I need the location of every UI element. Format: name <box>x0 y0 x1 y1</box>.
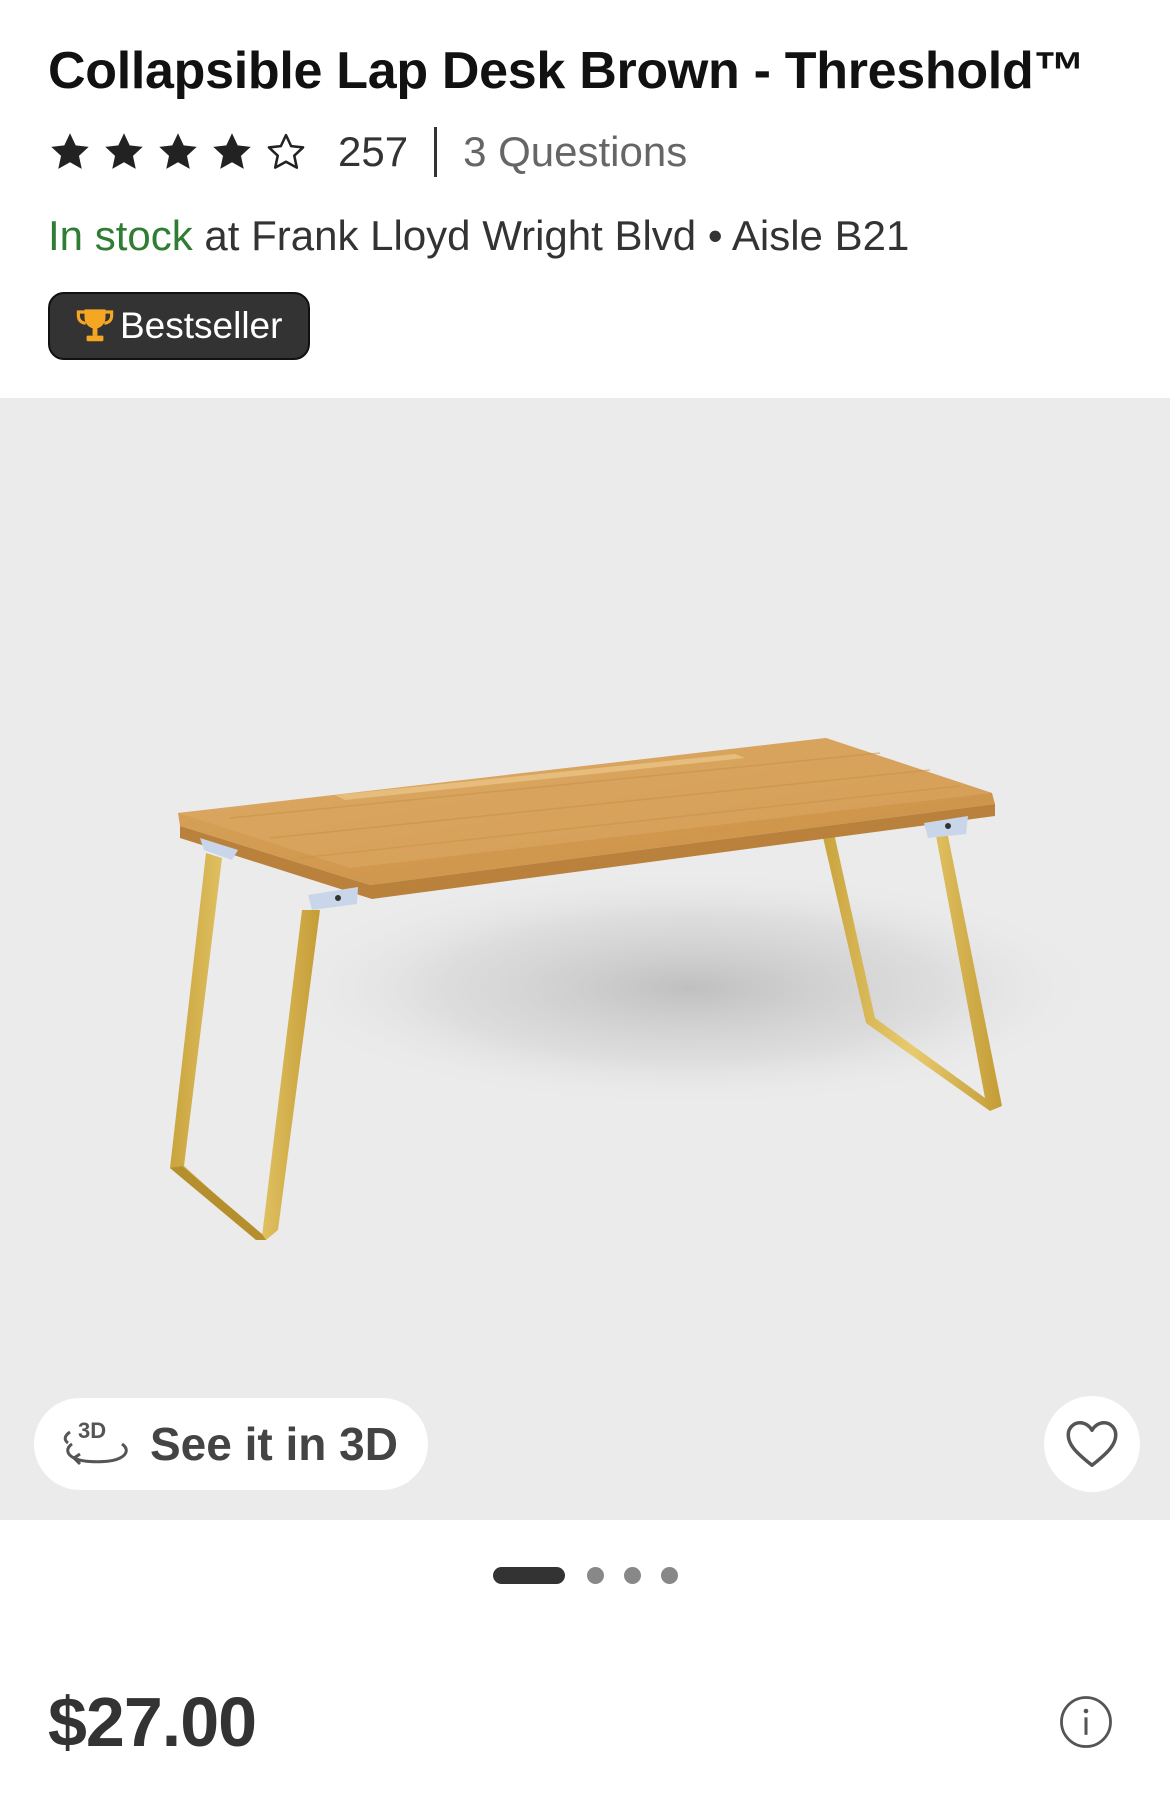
questions-link[interactable]: 3 Questions <box>463 128 687 176</box>
star-outline-icon <box>267 133 305 169</box>
rotate-3d-icon: 3D <box>63 1418 128 1466</box>
product-price: $27.00 <box>48 1683 257 1761</box>
pagination-dot[interactable] <box>660 1566 678 1584</box>
review-count-link[interactable]: 257 <box>338 128 408 176</box>
stock-status: In stock <box>48 212 193 259</box>
star-filled-icon <box>213 133 251 169</box>
bestseller-badge: Bestseller <box>48 292 311 360</box>
gallery-pagination[interactable] <box>0 1560 1170 1590</box>
favorite-button[interactable] <box>1044 1396 1140 1492</box>
see-in-3d-button[interactable]: 3D See it in 3D <box>34 1398 428 1490</box>
star-filled-icon <box>105 133 143 169</box>
product-header: Collapsible Lap Desk Brown - Threshold™ … <box>48 36 1128 360</box>
see-in-3d-label: See it in 3D <box>150 1418 398 1470</box>
divider <box>434 127 438 177</box>
store-location: at Frank Lloyd Wright Blvd • Aisle B21 <box>192 212 910 259</box>
star-filled-icon <box>159 133 197 169</box>
pagination-dot[interactable] <box>586 1566 604 1584</box>
star-rating[interactable] <box>48 130 308 174</box>
heart-outline-icon <box>1066 1421 1118 1467</box>
trophy-icon <box>76 309 114 342</box>
product-image <box>170 738 1110 1240</box>
star-filled-icon <box>51 133 89 169</box>
product-title: Collapsible Lap Desk Brown - Threshold™ <box>48 42 1086 100</box>
rating-row: 257 3 Questions <box>48 124 1128 180</box>
info-icon[interactable] <box>1058 1694 1114 1750</box>
svg-text:3D: 3D <box>78 1418 106 1443</box>
price-row: $27.00 <box>48 1680 1128 1764</box>
product-image-gallery[interactable]: 3D See it in 3D <box>0 398 1170 1520</box>
badge-label: Bestseller <box>120 305 283 346</box>
fulfillment-info[interactable]: In stock at Frank Lloyd Wright Blvd • Ai… <box>48 208 1128 264</box>
pagination-dot-active[interactable] <box>492 1566 565 1584</box>
pagination-dot[interactable] <box>623 1566 641 1584</box>
